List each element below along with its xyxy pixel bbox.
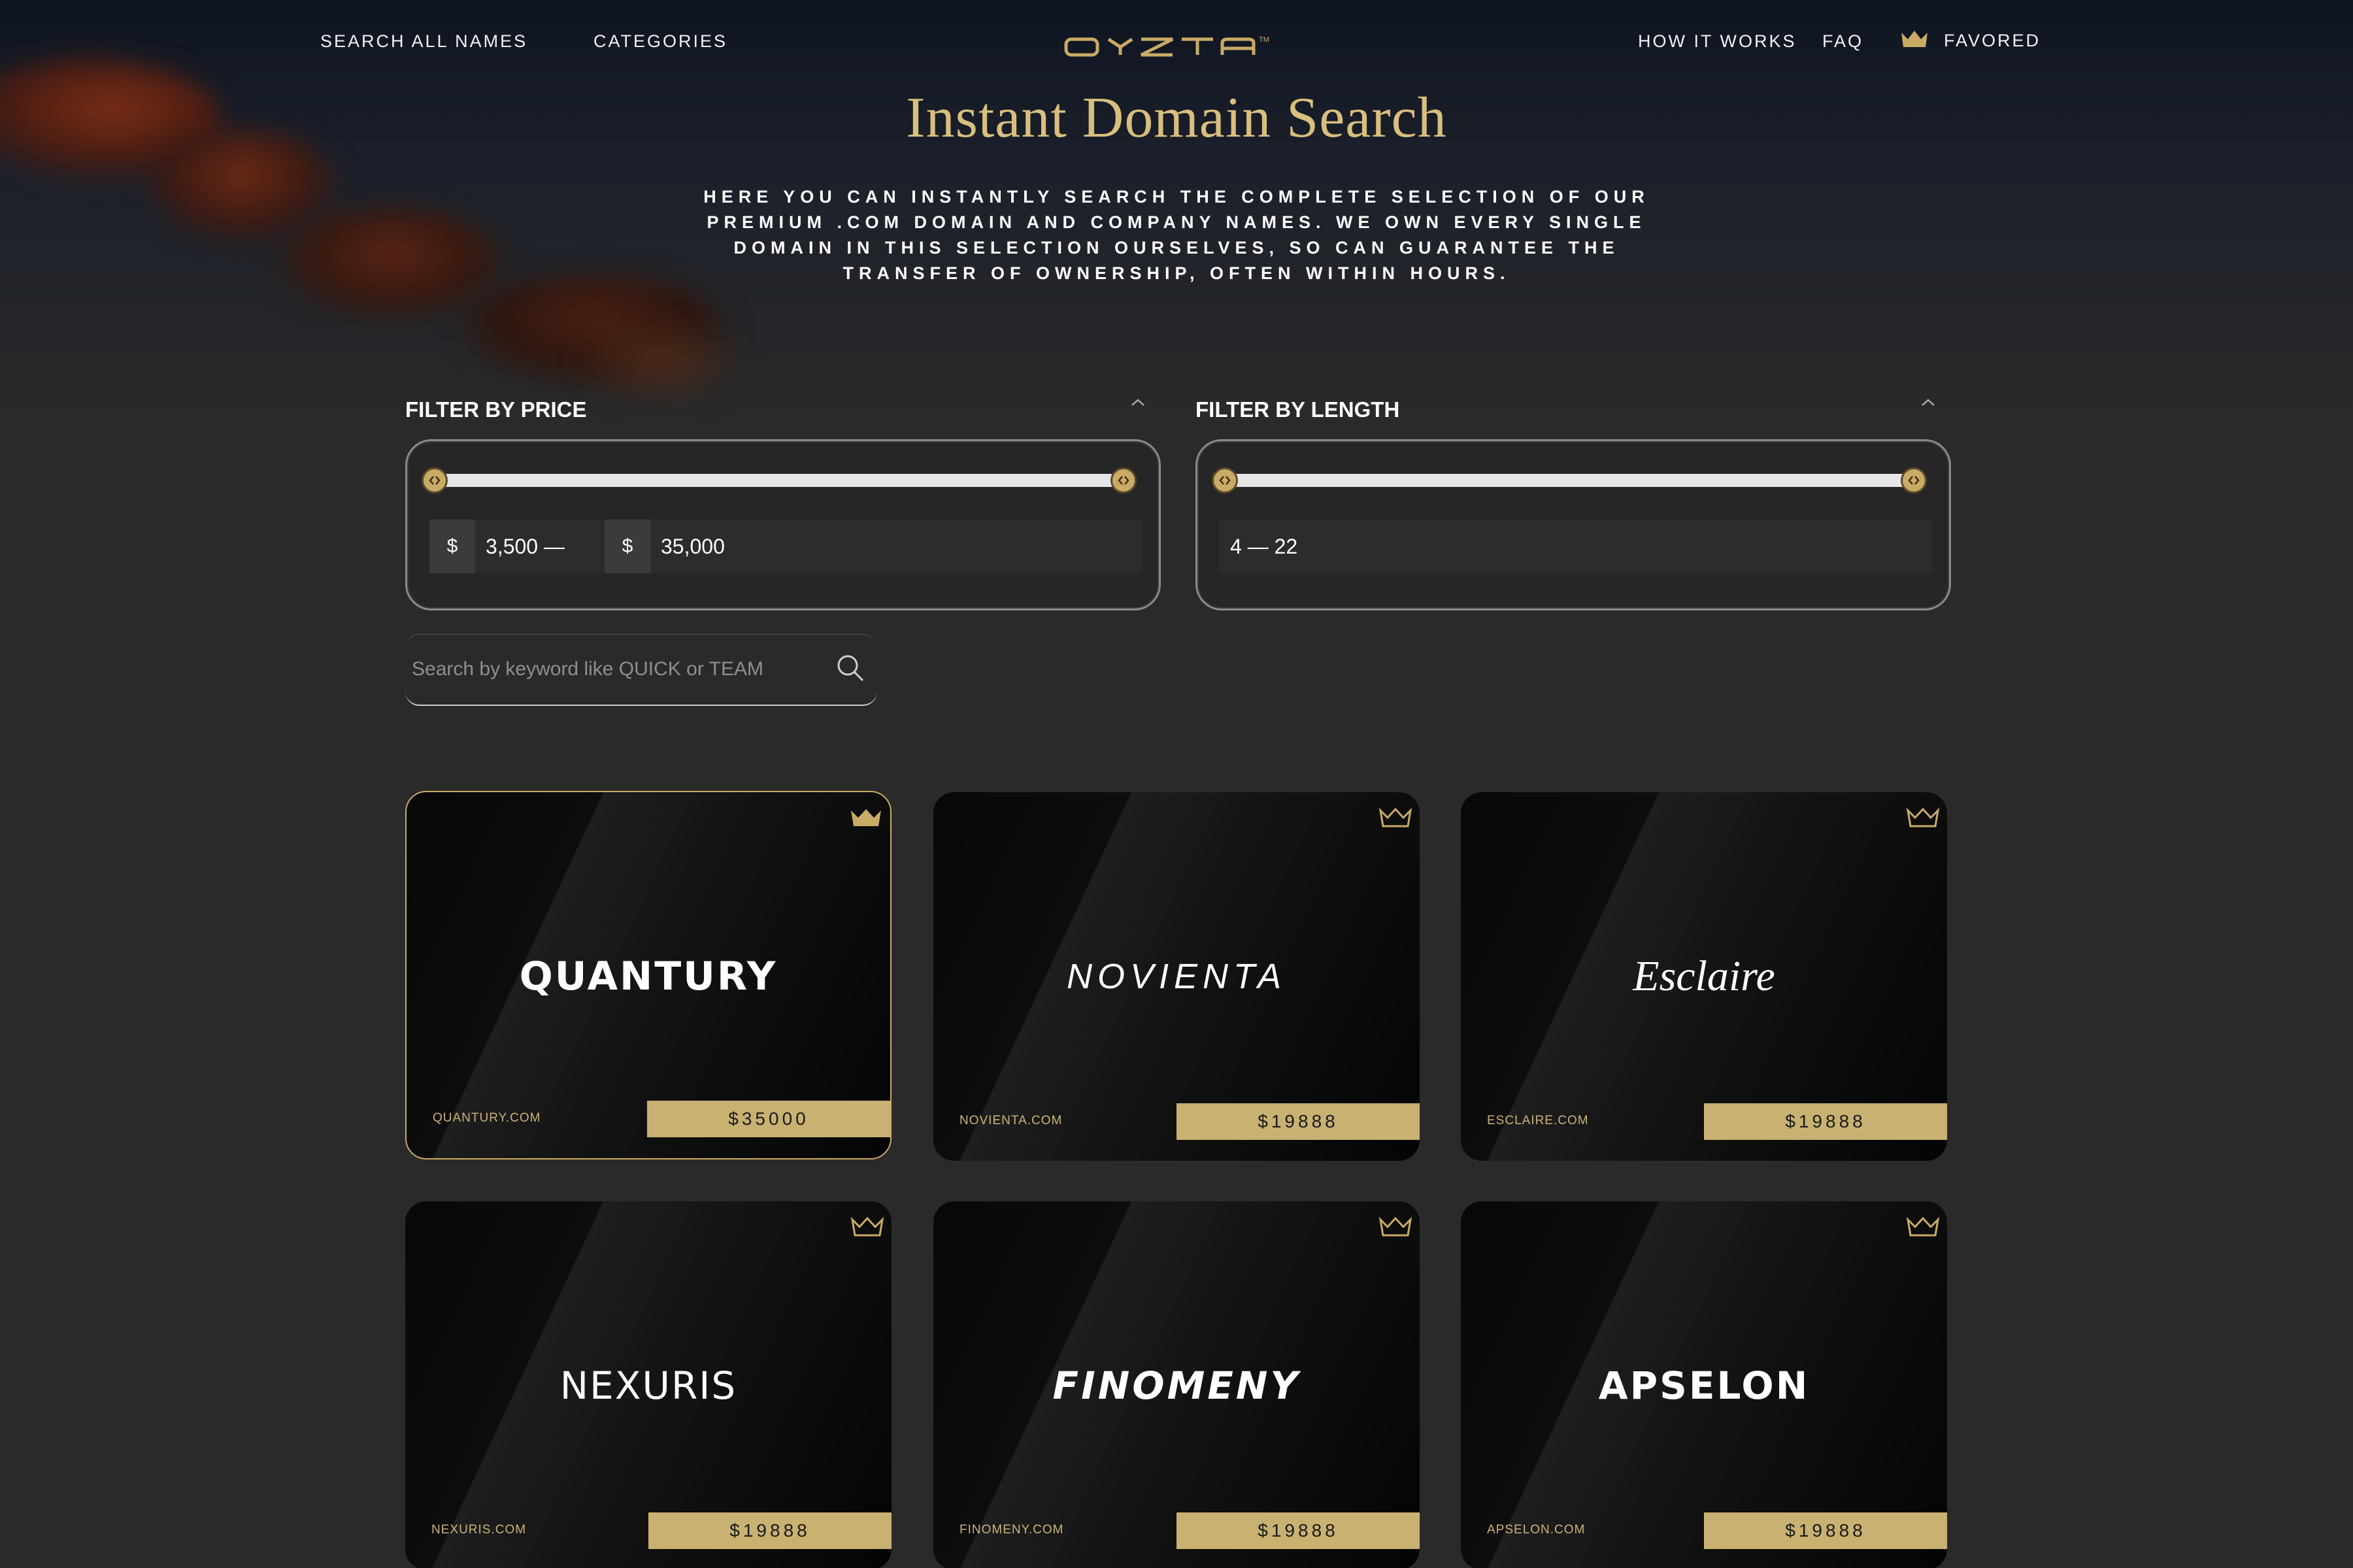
chevron-up-icon[interactable] [1918, 393, 1938, 413]
price-filter: FILTER BY PRICE $ 3,500 — $ 35,000 [405, 392, 1161, 610]
domain-card-domain: APSELON.COM [1487, 1523, 1586, 1537]
chevron-up-icon[interactable] [1128, 393, 1148, 413]
crown-icon [1899, 29, 1929, 53]
oyzta-logo[interactable]: TM [1063, 30, 1289, 61]
domain-card-domain: NEXURIS.COM [431, 1523, 527, 1537]
nav-search-all-names[interactable]: SEARCH ALL NAMES [320, 31, 527, 52]
keyword-search [405, 634, 877, 706]
domain-card-domain: QUANTURY.COM [433, 1111, 541, 1125]
domain-card-domain: NOVIENTA.COM [960, 1114, 1063, 1127]
svg-text:TM: TM [1259, 36, 1269, 44]
price-inputs: $ 3,500 — $ 35,000 [429, 520, 1142, 573]
domain-card[interactable]: QUANTURY QUANTURY.COM $35000 [405, 791, 892, 1159]
currency-symbol: $ [429, 520, 475, 573]
nav-faq[interactable]: FAQ [1822, 31, 1863, 52]
price-slider-track[interactable] [422, 467, 1137, 493]
length-filter-box: 4 — 22 [1195, 439, 1951, 610]
price-filter-label: FILTER BY PRICE [405, 397, 587, 422]
length-inputs: 4 — 22 [1220, 520, 1932, 573]
price-min-input[interactable]: 3,500 — [486, 535, 605, 559]
length-filter-label: FILTER BY LENGTH [1195, 397, 1400, 422]
search-input[interactable] [412, 653, 804, 686]
domain-card-price[interactable]: $19888 [1176, 1103, 1420, 1140]
domain-card-price[interactable]: $35000 [647, 1101, 890, 1137]
domain-card-price[interactable]: $19888 [1176, 1512, 1420, 1549]
domain-card[interactable]: NOVIENTA NOVIENTA.COM $19888 [933, 792, 1420, 1161]
domain-card-domain: FINOMENY.COM [960, 1523, 1064, 1537]
nav-how-it-works[interactable]: HOW IT WORKS [1638, 31, 1797, 52]
top-nav: SEARCH ALL NAMES CATEGORIES TM HOW IT WO… [0, 0, 2353, 85]
length-range-input[interactable]: 4 — 22 [1230, 535, 1297, 559]
length-min-handle[interactable] [1212, 467, 1238, 493]
length-filter: FILTER BY LENGTH 4 — 22 [1195, 392, 1951, 610]
domain-card[interactable]: APSELON APSELON.COM $19888 [1461, 1201, 1947, 1568]
price-max-input[interactable]: 35,000 [661, 535, 725, 559]
domain-card[interactable]: Esclaire ESCLAIRE.COM $19888 [1461, 792, 1947, 1161]
domain-card-price[interactable]: $19888 [648, 1512, 892, 1549]
domain-card[interactable]: FINOMENY FINOMENY.COM $19888 [933, 1201, 1420, 1568]
currency-symbol: $ [605, 520, 650, 573]
length-max-handle[interactable] [1901, 467, 1927, 493]
price-max-handle[interactable] [1110, 467, 1137, 493]
domain-card-price[interactable]: $19888 [1704, 1512, 1947, 1549]
domain-card-price[interactable]: $19888 [1704, 1103, 1947, 1140]
domain-card[interactable]: NEXURIS NEXURIS.COM $19888 [405, 1201, 892, 1568]
search-icon[interactable] [835, 653, 865, 686]
nav-categories[interactable]: CATEGORIES [593, 31, 727, 52]
nav-favored[interactable]: FAVORED [1899, 29, 2041, 53]
domain-card-domain: ESCLAIRE.COM [1487, 1114, 1589, 1127]
nav-favored-label: FAVORED [1944, 31, 2041, 50]
intro-text: HERE YOU CAN INSTANTLY SEARCH THE COMPLE… [703, 187, 1650, 283]
length-slider-track[interactable] [1212, 467, 1927, 493]
page-title: Instant Domain Search [906, 86, 1447, 150]
price-filter-box: $ 3,500 — $ 35,000 [405, 439, 1161, 610]
price-min-handle[interactable] [422, 467, 448, 493]
